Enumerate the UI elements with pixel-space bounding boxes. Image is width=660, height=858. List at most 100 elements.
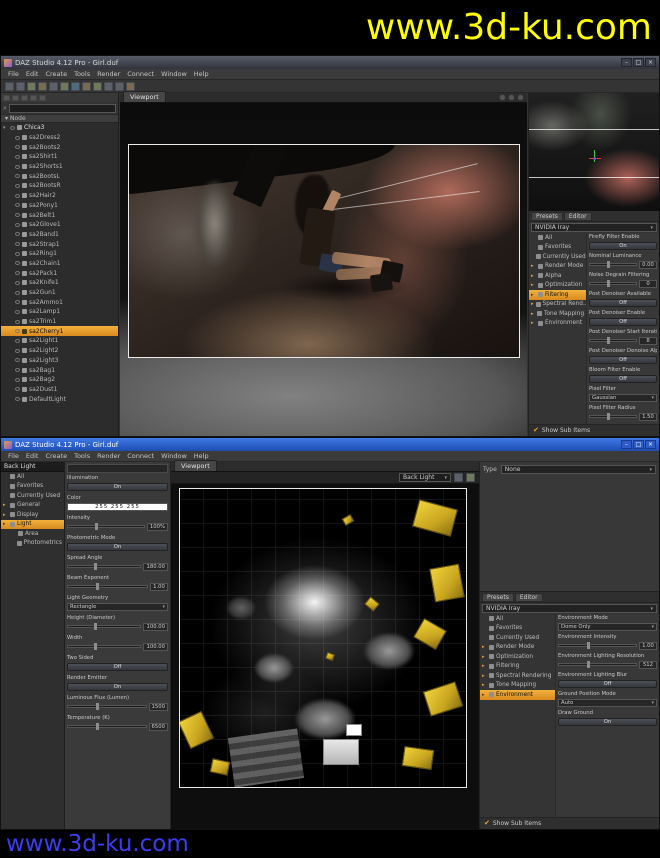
scene-tree-item[interactable]: sa2Ammo1: [1, 297, 118, 307]
visibility-icon[interactable]: [15, 194, 20, 198]
props-tab[interactable]: Editor: [564, 212, 592, 221]
menu-item[interactable]: Edit: [23, 452, 42, 460]
menu-item[interactable]: Window: [158, 452, 190, 460]
menu-item[interactable]: Help: [191, 452, 212, 460]
maximize-button[interactable]: □: [633, 440, 644, 449]
toolbar-icon[interactable]: [71, 82, 80, 91]
param-value[interactable]: 1.00: [150, 583, 168, 591]
scene-tree-item[interactable]: sa2Ring1: [1, 249, 118, 259]
menu-item[interactable]: Tools: [71, 452, 93, 460]
param-value[interactable]: 6500: [149, 723, 168, 731]
props-group-item[interactable]: ▸ Spectral Rendering: [480, 671, 555, 681]
visibility-icon[interactable]: [15, 165, 20, 169]
scene-tree-item[interactable]: sa2Dress2: [1, 133, 118, 143]
props-tab[interactable]: Editor: [515, 593, 543, 602]
scene-tool-icon[interactable]: [21, 95, 28, 101]
param-value[interactable]: On: [67, 483, 168, 491]
engine-select[interactable]: NVIDIA Iray▾: [531, 223, 657, 232]
scene-tree-item[interactable]: sa2Strap1: [1, 239, 118, 249]
param-value[interactable]: Dome Only: [558, 623, 657, 631]
toolbar-icon[interactable]: [82, 82, 91, 91]
minimize-button[interactable]: –: [621, 58, 632, 67]
param-value[interactable]: 0: [639, 280, 657, 288]
param-value[interactable]: 255 255 255: [67, 503, 168, 511]
param-value[interactable]: 100.00: [143, 643, 168, 651]
visibility-icon[interactable]: [15, 368, 20, 372]
param-value[interactable]: Gaussian: [589, 394, 657, 402]
menu-item[interactable]: Connect: [124, 452, 157, 460]
param-value[interactable]: Off: [589, 375, 657, 383]
visibility-icon[interactable]: [10, 126, 15, 130]
menu-item[interactable]: Render: [94, 452, 123, 460]
visibility-icon[interactable]: [15, 223, 20, 227]
param-slider[interactable]: [67, 705, 147, 708]
slider-thumb[interactable]: [96, 583, 99, 590]
toolbar-icon[interactable]: [49, 82, 58, 91]
props-group-item[interactable]: ▸ Filtering: [480, 662, 555, 672]
light-group-item[interactable]: ▸ Favorites: [1, 482, 64, 492]
toolbar-icon[interactable]: [38, 82, 47, 91]
props-group-item[interactable]: ▸ Favorites: [480, 624, 555, 634]
viewport-icon[interactable]: [454, 473, 463, 482]
menu-item[interactable]: Create: [42, 452, 70, 460]
scene-tree-item[interactable]: sa2Cherry1: [1, 326, 118, 336]
param-slider[interactable]: [67, 645, 141, 648]
param-value[interactable]: Off: [558, 680, 657, 688]
props-group-item[interactable]: ▸ Environment: [480, 690, 555, 700]
scene-tree-item[interactable]: DefaultLight: [1, 394, 118, 404]
props-group-item[interactable]: ▸ Favorites: [529, 243, 586, 253]
viewport-tab[interactable]: Viewport: [174, 460, 217, 471]
param-value[interactable]: On: [67, 683, 168, 691]
visibility-icon[interactable]: [15, 320, 20, 324]
props-group-item[interactable]: ▸ Optimization: [480, 652, 555, 662]
scene-tree-item[interactable]: sa2Boots2: [1, 142, 118, 152]
toolbar-icon[interactable]: [5, 82, 14, 91]
scene-tree-item[interactable]: sa2Chain1: [1, 259, 118, 269]
toolbar-icon[interactable]: [60, 82, 69, 91]
visibility-icon[interactable]: [15, 281, 20, 285]
visibility-icon[interactable]: [15, 329, 20, 333]
scene-tree-item[interactable]: sa2Lamp1: [1, 307, 118, 317]
scene-tree-item[interactable]: sa2Gun1: [1, 288, 118, 298]
slider-thumb[interactable]: [96, 723, 99, 730]
param-value[interactable]: On: [589, 242, 657, 250]
visibility-icon[interactable]: [15, 252, 20, 256]
slider-thumb[interactable]: [607, 280, 610, 287]
visibility-icon[interactable]: [15, 155, 20, 159]
param-value[interactable]: 1.50: [639, 413, 657, 421]
visibility-icon[interactable]: [15, 261, 20, 265]
menu-item[interactable]: Tools: [71, 70, 93, 78]
visibility-icon[interactable]: [15, 358, 20, 362]
menu-item[interactable]: Window: [158, 70, 190, 78]
props-group-item[interactable]: ▸ Environment: [529, 319, 586, 329]
param-value[interactable]: On: [67, 543, 168, 551]
scene-tree-item[interactable]: sa2Pack1: [1, 268, 118, 278]
scene-tree-item[interactable]: sa2Shorts1: [1, 162, 118, 172]
viewport-tab[interactable]: Viewport: [123, 91, 166, 102]
scene-tree-item[interactable]: sa2Bag1: [1, 365, 118, 375]
menu-item[interactable]: Create: [42, 70, 70, 78]
props-group-item[interactable]: ▸ Optimization: [529, 281, 586, 291]
param-value[interactable]: 512: [639, 661, 657, 669]
orbit-icon[interactable]: [499, 94, 506, 101]
param-slider[interactable]: [67, 625, 141, 628]
param-value[interactable]: 0.00: [639, 261, 657, 269]
props-group-item[interactable]: ▸ Tone Mapping: [480, 681, 555, 691]
visibility-icon[interactable]: [15, 232, 20, 236]
toolbar-icon[interactable]: [126, 82, 135, 91]
scene-tree-item[interactable]: sa2Shirt1: [1, 152, 118, 162]
props-tab[interactable]: Presets: [482, 593, 514, 602]
light-group-item[interactable]: ▸ Area: [1, 529, 64, 539]
slider-thumb[interactable]: [94, 563, 97, 570]
visibility-icon[interactable]: [15, 300, 20, 304]
light-group-item[interactable]: ▸ Display: [1, 510, 64, 520]
param-slider[interactable]: [589, 263, 637, 266]
visibility-icon[interactable]: [15, 136, 20, 140]
scene-tree-item[interactable]: sa2Knife1: [1, 278, 118, 288]
scene-tool-icon[interactable]: [39, 95, 46, 101]
param-value[interactable]: Off: [589, 318, 657, 326]
toolbar-icon[interactable]: [93, 82, 102, 91]
scene-tree-item[interactable]: sa2Bag2: [1, 375, 118, 385]
param-slider[interactable]: [558, 663, 637, 666]
visibility-icon[interactable]: [15, 184, 20, 188]
